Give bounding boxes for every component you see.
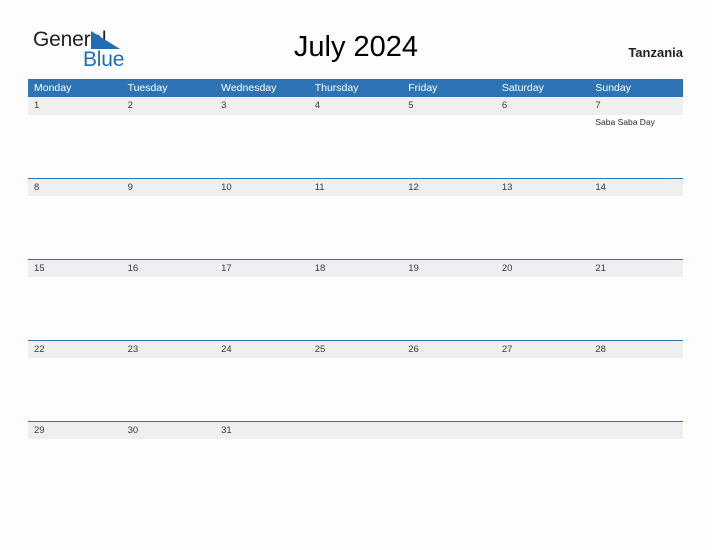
calendar-grid: Monday Tuesday Wednesday Thursday Friday… xyxy=(28,79,683,443)
day-cell[interactable] xyxy=(122,439,216,443)
day-number[interactable]: 23 xyxy=(122,341,216,358)
day-number[interactable]: 6 xyxy=(496,97,590,114)
day-number[interactable]: 25 xyxy=(309,341,403,358)
day-number[interactable]: 21 xyxy=(589,260,683,277)
day-number[interactable]: 26 xyxy=(402,341,496,358)
day-number[interactable]: 30 xyxy=(122,422,216,439)
week-row: 1 2 3 4 5 6 7 Saba Saba Day xyxy=(28,97,683,178)
day-number[interactable]: 24 xyxy=(215,341,309,358)
day-number[interactable]: 1 xyxy=(28,97,122,114)
day-cell[interactable] xyxy=(309,196,403,259)
day-number[interactable]: 17 xyxy=(215,260,309,277)
day-cell xyxy=(309,439,403,443)
day-cell[interactable] xyxy=(402,277,496,340)
week-date-band: 29 30 31 xyxy=(28,421,683,439)
week-row: 22 23 24 25 26 27 28 xyxy=(28,340,683,421)
day-cell[interactable] xyxy=(496,196,590,259)
day-cell[interactable] xyxy=(215,277,309,340)
day-number-empty xyxy=(402,422,496,439)
week-date-band: 15 16 17 18 19 20 21 xyxy=(28,259,683,277)
day-cell[interactable] xyxy=(28,358,122,421)
day-cell[interactable] xyxy=(402,196,496,259)
day-cell[interactable] xyxy=(122,277,216,340)
day-cell[interactable] xyxy=(28,439,122,443)
day-number[interactable]: 12 xyxy=(402,179,496,196)
day-cell[interactable] xyxy=(309,115,403,178)
day-number[interactable]: 8 xyxy=(28,179,122,196)
day-cell[interactable] xyxy=(309,358,403,421)
day-number[interactable]: 22 xyxy=(28,341,122,358)
day-cell[interactable] xyxy=(122,196,216,259)
day-cell[interactable] xyxy=(215,115,309,178)
day-number-empty xyxy=(589,422,683,439)
day-cell[interactable] xyxy=(122,358,216,421)
day-number[interactable]: 4 xyxy=(309,97,403,114)
weekday-header-thursday: Thursday xyxy=(314,82,359,94)
weekday-header-saturday: Saturday xyxy=(501,82,544,94)
day-number[interactable]: 14 xyxy=(589,179,683,196)
day-cell[interactable] xyxy=(496,358,590,421)
day-number[interactable]: 20 xyxy=(496,260,590,277)
day-cell[interactable] xyxy=(215,196,309,259)
weekday-header-monday: Monday xyxy=(34,82,72,94)
weekday-header-sunday: Sunday xyxy=(595,82,631,94)
holiday-label: Saba Saba Day xyxy=(595,117,655,127)
day-cell xyxy=(402,439,496,443)
day-cell[interactable] xyxy=(309,277,403,340)
day-cell[interactable] xyxy=(122,115,216,178)
page-header: General Blue July 2024 Tanzania xyxy=(0,0,712,79)
day-cell[interactable] xyxy=(28,277,122,340)
week-date-band: 8 9 10 11 12 13 14 xyxy=(28,178,683,196)
week-event-band xyxy=(28,358,683,421)
day-cell[interactable] xyxy=(589,277,683,340)
day-number[interactable]: 10 xyxy=(215,179,309,196)
page-title: July 2024 xyxy=(293,31,419,63)
week-event-band xyxy=(28,196,683,259)
weekday-header-tuesday: Tuesday xyxy=(127,82,168,94)
day-number[interactable]: 16 xyxy=(122,260,216,277)
week-date-band: 1 2 3 4 5 6 7 xyxy=(28,97,683,115)
week-date-band: 22 23 24 25 26 27 28 xyxy=(28,340,683,358)
weekday-header-friday: Friday xyxy=(408,82,438,94)
week-row: 15 16 17 18 19 20 21 xyxy=(28,259,683,340)
day-cell[interactable] xyxy=(589,196,683,259)
day-number[interactable]: 3 xyxy=(215,97,309,114)
day-cell[interactable] xyxy=(28,115,122,178)
day-number[interactable]: 2 xyxy=(122,97,216,114)
weekday-header-wednesday: Wednesday xyxy=(221,82,277,94)
day-cell xyxy=(589,439,683,443)
day-cell xyxy=(496,439,590,443)
week-event-band: Saba Saba Day xyxy=(28,115,683,178)
weekday-header-row: Monday Tuesday Wednesday Thursday Friday… xyxy=(28,79,683,97)
week-event-band xyxy=(28,277,683,340)
day-number[interactable]: 28 xyxy=(589,341,683,358)
day-cell[interactable] xyxy=(215,358,309,421)
day-number[interactable]: 5 xyxy=(402,97,496,114)
day-number-empty xyxy=(496,422,590,439)
day-cell[interactable] xyxy=(496,277,590,340)
day-number[interactable]: 27 xyxy=(496,341,590,358)
day-number[interactable]: 29 xyxy=(28,422,122,439)
week-row: 29 30 31 xyxy=(28,421,683,443)
day-number[interactable]: 31 xyxy=(215,422,309,439)
day-cell[interactable]: Saba Saba Day xyxy=(589,115,683,178)
day-cell[interactable] xyxy=(496,115,590,178)
day-number-empty xyxy=(309,422,403,439)
day-number[interactable]: 9 xyxy=(122,179,216,196)
day-cell[interactable] xyxy=(402,358,496,421)
day-cell[interactable] xyxy=(402,115,496,178)
day-number[interactable]: 19 xyxy=(402,260,496,277)
country-label: Tanzania xyxy=(628,45,683,60)
day-cell[interactable] xyxy=(215,439,309,443)
day-number[interactable]: 7 xyxy=(589,97,683,114)
day-cell[interactable] xyxy=(28,196,122,259)
day-cell[interactable] xyxy=(589,358,683,421)
week-row: 8 9 10 11 12 13 14 xyxy=(28,178,683,259)
day-number[interactable]: 11 xyxy=(309,179,403,196)
week-event-band xyxy=(28,439,683,443)
day-number[interactable]: 18 xyxy=(309,260,403,277)
day-number[interactable]: 15 xyxy=(28,260,122,277)
day-number[interactable]: 13 xyxy=(496,179,590,196)
